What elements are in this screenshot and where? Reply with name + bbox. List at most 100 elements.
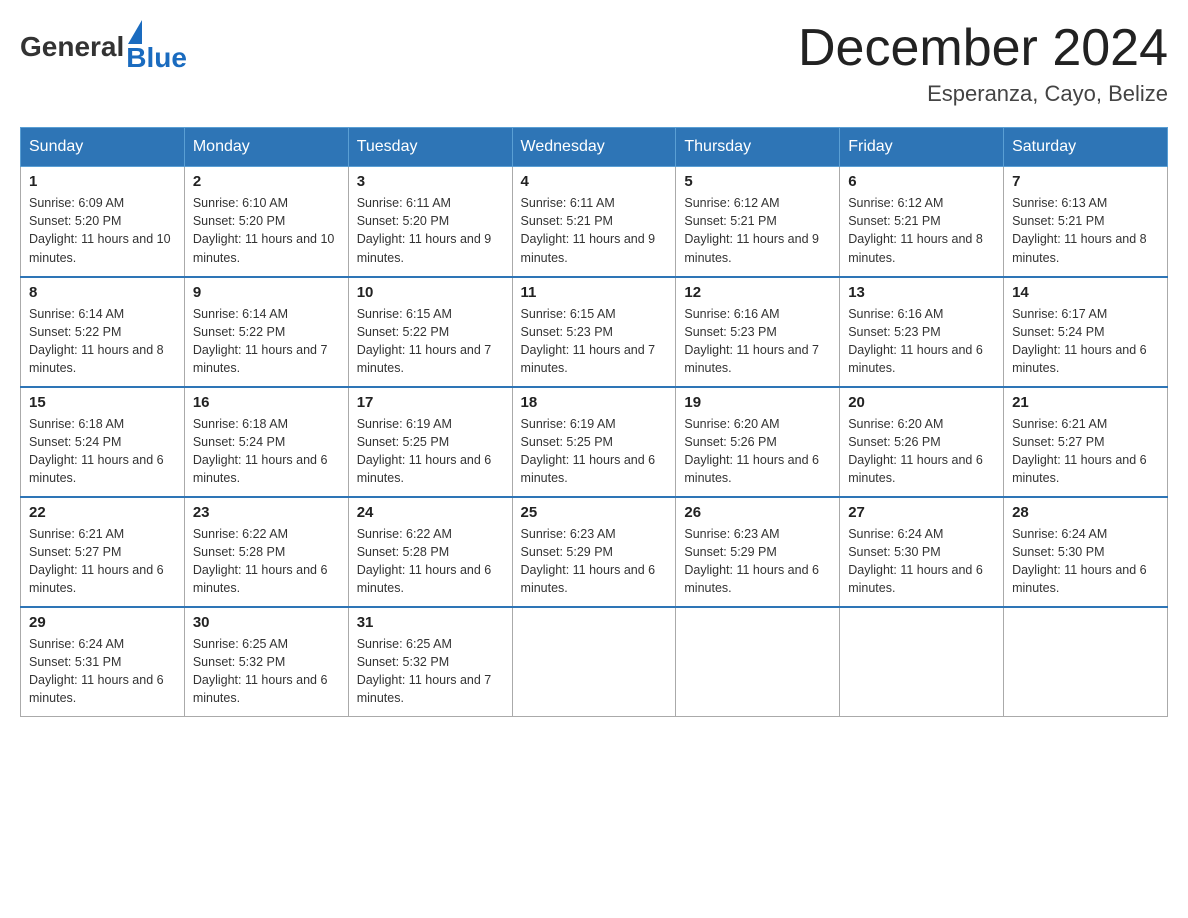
day-number: 9 [193,284,340,301]
weekday-header-tuesday: Tuesday [348,128,512,167]
title-area: December 2024 Esperanza, Cayo, Belize [798,20,1168,107]
weekday-header-sunday: Sunday [21,128,185,167]
calendar-day-cell: 4 Sunrise: 6:11 AMSunset: 5:21 PMDaylight… [512,167,676,277]
day-info: Sunrise: 6:10 AMSunset: 5:20 PMDaylight:… [193,194,340,267]
day-info: Sunrise: 6:18 AMSunset: 5:24 PMDaylight:… [193,415,340,488]
calendar-day-cell [840,607,1004,717]
calendar-day-cell: 13 Sunrise: 6:16 AMSunset: 5:23 PMDayligh… [840,277,1004,387]
day-number: 11 [521,284,668,301]
day-info: Sunrise: 6:13 AMSunset: 5:21 PMDaylight:… [1012,194,1159,267]
calendar-day-cell [1004,607,1168,717]
day-info: Sunrise: 6:22 AMSunset: 5:28 PMDaylight:… [357,525,504,598]
day-number: 28 [1012,504,1159,521]
calendar-day-cell: 12 Sunrise: 6:16 AMSunset: 5:23 PMDayligh… [676,277,840,387]
day-number: 31 [357,614,504,631]
calendar-day-cell: 2 Sunrise: 6:10 AMSunset: 5:20 PMDaylight… [184,167,348,277]
day-number: 4 [521,173,668,190]
day-info: Sunrise: 6:19 AMSunset: 5:25 PMDaylight:… [521,415,668,488]
calendar-table: SundayMondayTuesdayWednesdayThursdayFrid… [20,127,1168,717]
day-number: 16 [193,394,340,411]
day-info: Sunrise: 6:14 AMSunset: 5:22 PMDaylight:… [29,305,176,378]
day-number: 18 [521,394,668,411]
day-number: 8 [29,284,176,301]
weekday-header-monday: Monday [184,128,348,167]
day-info: Sunrise: 6:17 AMSunset: 5:24 PMDaylight:… [1012,305,1159,378]
calendar-day-cell: 6 Sunrise: 6:12 AMSunset: 5:21 PMDaylight… [840,167,1004,277]
day-number: 25 [521,504,668,521]
location-title: Esperanza, Cayo, Belize [798,81,1168,107]
calendar-week-row: 1 Sunrise: 6:09 AMSunset: 5:20 PMDaylight… [21,167,1168,277]
day-number: 12 [684,284,831,301]
calendar-day-cell: 16 Sunrise: 6:18 AMSunset: 5:24 PMDayligh… [184,387,348,497]
calendar-day-cell: 7Sunrise: 6:13 AMSunset: 5:21 PMDaylight… [1004,167,1168,277]
calendar-day-cell: 18 Sunrise: 6:19 AMSunset: 5:25 PMDayligh… [512,387,676,497]
calendar-day-cell: 20Sunrise: 6:20 AMSunset: 5:26 PMDayligh… [840,387,1004,497]
day-number: 24 [357,504,504,521]
day-number: 6 [848,173,995,190]
day-number: 14 [1012,284,1159,301]
day-number: 1 [29,173,176,190]
day-info: Sunrise: 6:23 AMSunset: 5:29 PMDaylight:… [684,525,831,598]
calendar-day-cell: 10 Sunrise: 6:15 AMSunset: 5:22 PMDayligh… [348,277,512,387]
day-number: 13 [848,284,995,301]
day-number: 21 [1012,394,1159,411]
day-info: Sunrise: 6:12 AMSunset: 5:21 PMDaylight:… [684,194,831,267]
calendar-day-cell: 8 Sunrise: 6:14 AMSunset: 5:22 PMDaylight… [21,277,185,387]
day-number: 23 [193,504,340,521]
calendar-day-cell [512,607,676,717]
calendar-week-row: 22Sunrise: 6:21 AMSunset: 5:27 PMDayligh… [21,497,1168,607]
day-info: Sunrise: 6:25 AMSunset: 5:32 PMDaylight:… [193,635,340,708]
day-info: Sunrise: 6:15 AMSunset: 5:22 PMDaylight:… [357,305,504,378]
day-number: 2 [193,173,340,190]
calendar-day-cell: 30 Sunrise: 6:25 AMSunset: 5:32 PMDayligh… [184,607,348,717]
day-number: 10 [357,284,504,301]
page-header: General Blue December 2024 Esperanza, Ca… [20,20,1168,107]
day-info: Sunrise: 6:19 AMSunset: 5:25 PMDaylight:… [357,415,504,488]
day-info: Sunrise: 6:21 AMSunset: 5:27 PMDaylight:… [1012,415,1159,488]
logo-triangle-icon [128,20,142,44]
calendar-day-cell: 17Sunrise: 6:19 AMSunset: 5:25 PMDayligh… [348,387,512,497]
day-info: Sunrise: 6:18 AMSunset: 5:24 PMDaylight:… [29,415,176,488]
calendar-day-cell: 5 Sunrise: 6:12 AMSunset: 5:21 PMDaylight… [676,167,840,277]
day-info: Sunrise: 6:24 AMSunset: 5:30 PMDaylight:… [848,525,995,598]
calendar-day-cell: 27 Sunrise: 6:24 AMSunset: 5:30 PMDayligh… [840,497,1004,607]
calendar-week-row: 15Sunrise: 6:18 AMSunset: 5:24 PMDayligh… [21,387,1168,497]
calendar-day-cell: 26 Sunrise: 6:23 AMSunset: 5:29 PMDayligh… [676,497,840,607]
day-number: 27 [848,504,995,521]
day-number: 30 [193,614,340,631]
day-info: Sunrise: 6:20 AMSunset: 5:26 PMDaylight:… [684,415,831,488]
day-info: Sunrise: 6:11 AMSunset: 5:21 PMDaylight:… [521,194,668,267]
calendar-week-row: 8 Sunrise: 6:14 AMSunset: 5:22 PMDaylight… [21,277,1168,387]
day-info: Sunrise: 6:16 AMSunset: 5:23 PMDaylight:… [848,305,995,378]
day-info: Sunrise: 6:16 AMSunset: 5:23 PMDaylight:… [684,305,831,378]
month-title: December 2024 [798,20,1168,77]
day-info: Sunrise: 6:25 AMSunset: 5:32 PMDaylight:… [357,635,504,708]
calendar-day-cell: 9 Sunrise: 6:14 AMSunset: 5:22 PMDaylight… [184,277,348,387]
calendar-day-cell: 31 Sunrise: 6:25 AMSunset: 5:32 PMDayligh… [348,607,512,717]
weekday-header-saturday: Saturday [1004,128,1168,167]
day-number: 5 [684,173,831,190]
calendar-day-cell: 19Sunrise: 6:20 AMSunset: 5:26 PMDayligh… [676,387,840,497]
day-number: 29 [29,614,176,631]
calendar-day-cell: 22Sunrise: 6:21 AMSunset: 5:27 PMDayligh… [21,497,185,607]
day-info: Sunrise: 6:09 AMSunset: 5:20 PMDaylight:… [29,194,176,267]
day-info: Sunrise: 6:14 AMSunset: 5:22 PMDaylight:… [193,305,340,378]
calendar-day-cell [676,607,840,717]
day-info: Sunrise: 6:21 AMSunset: 5:27 PMDaylight:… [29,525,176,598]
weekday-header-friday: Friday [840,128,1004,167]
calendar-day-cell: 24 Sunrise: 6:22 AMSunset: 5:28 PMDayligh… [348,497,512,607]
day-number: 20 [848,394,995,411]
weekday-header-row: SundayMondayTuesdayWednesdayThursdayFrid… [21,128,1168,167]
logo-blue: Blue [126,42,187,74]
day-info: Sunrise: 6:22 AMSunset: 5:28 PMDaylight:… [193,525,340,598]
logo-general: General [20,31,124,63]
day-info: Sunrise: 6:24 AMSunset: 5:30 PMDaylight:… [1012,525,1159,598]
weekday-header-thursday: Thursday [676,128,840,167]
day-info: Sunrise: 6:12 AMSunset: 5:21 PMDaylight:… [848,194,995,267]
day-number: 3 [357,173,504,190]
logo: General Blue [20,20,187,74]
day-number: 26 [684,504,831,521]
day-info: Sunrise: 6:15 AMSunset: 5:23 PMDaylight:… [521,305,668,378]
calendar-day-cell: 11 Sunrise: 6:15 AMSunset: 5:23 PMDayligh… [512,277,676,387]
calendar-day-cell: 23 Sunrise: 6:22 AMSunset: 5:28 PMDayligh… [184,497,348,607]
